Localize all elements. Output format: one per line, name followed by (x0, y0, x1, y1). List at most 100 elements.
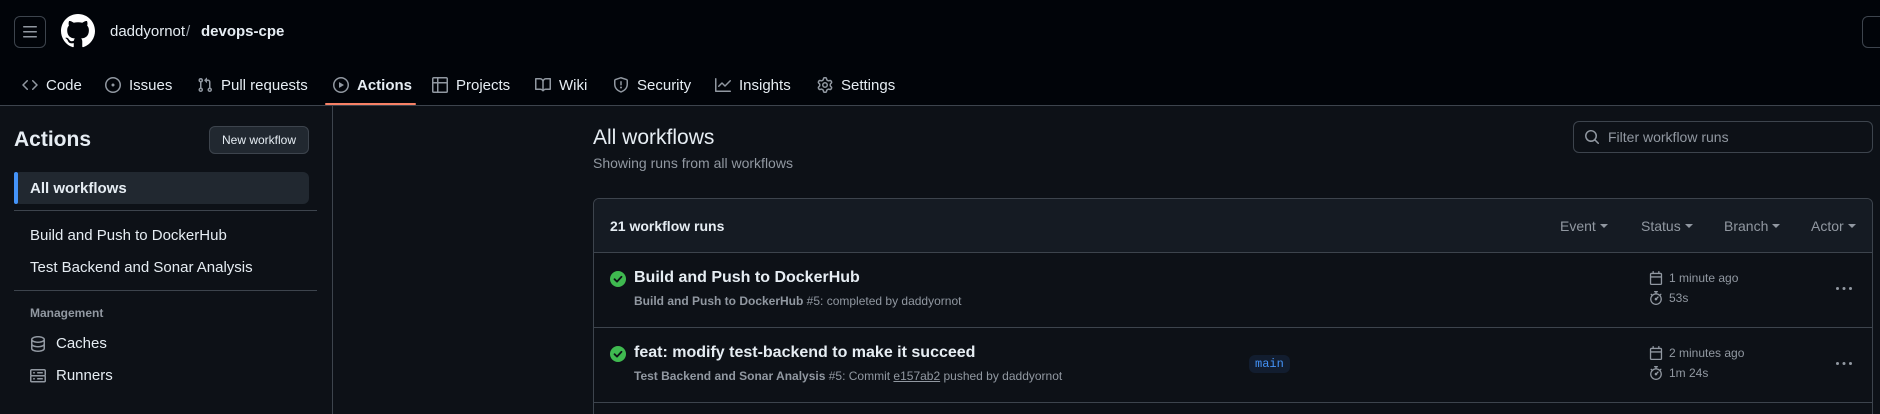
search-icon (1585, 130, 1600, 145)
tab-settings-label: Settings (841, 76, 896, 94)
pull-request-icon (198, 77, 213, 93)
tab-pull-requests[interactable]: Pull requests (197, 70, 308, 100)
breadcrumb-separator: / (186, 23, 191, 40)
repo-nav: Code Issues Pull requests Actions Projec… (0, 64, 1880, 106)
repo-name-link[interactable]: devops-cpe (201, 23, 284, 40)
run-title-link[interactable]: Build and Push to DockerHub (634, 269, 860, 287)
branch-filter-label: Branch (1724, 218, 1769, 234)
github-logo-icon[interactable] (61, 14, 95, 48)
event-filter-dropdown[interactable]: Event (1560, 218, 1608, 234)
shield-icon (614, 77, 628, 93)
search-button[interactable] (1862, 16, 1880, 48)
run-meta: Test Backend and Sonar Analysis #5: Comm… (634, 369, 1062, 383)
filter-runs-input[interactable] (1608, 129, 1858, 145)
run-title-link[interactable]: feat: modify test-backend to make it suc… (634, 344, 975, 362)
sidebar-item-caches[interactable]: Caches (30, 335, 107, 352)
run-workflow-name: Test Backend and Sonar Analysis (634, 369, 826, 383)
sidebar-item-workflow[interactable]: Test Backend and Sonar Analysis (30, 259, 253, 276)
top-header: daddyornot / devops-cpe (0, 0, 1880, 64)
sidebar-divider (14, 210, 317, 211)
tab-security-label: Security (637, 76, 692, 94)
tab-security[interactable]: Security (613, 70, 691, 100)
active-tab-indicator (325, 103, 416, 105)
hamburger-icon (23, 26, 37, 38)
sidebar-item-caches-label: Caches (56, 335, 107, 352)
actor-filter-label: Actor (1811, 218, 1844, 234)
run-duration: 53s (1649, 291, 1688, 305)
page-subtitle: Showing runs from all workflows (593, 155, 793, 171)
run-meta: Build and Push to DockerHub #5: complete… (634, 294, 961, 308)
sidebar-item-runners[interactable]: Runners (30, 367, 113, 384)
stopwatch-icon (1650, 291, 1662, 305)
workflow-runs-list: 21 workflow runs Event Status Branch Act… (593, 198, 1873, 414)
commit-sha-link[interactable]: e157ab2 (893, 369, 940, 383)
tab-wiki[interactable]: Wiki (535, 70, 587, 100)
page-title: All workflows (593, 126, 715, 149)
tab-code[interactable]: Code (22, 70, 82, 100)
book-icon (535, 77, 551, 92)
run-workflow-name: Build and Push to DockerHub (634, 294, 804, 308)
actions-sidebar: Actions New workflow All workflows Build… (0, 106, 333, 414)
sidebar-item-workflow[interactable]: Build and Push to DockerHub (30, 227, 227, 244)
tab-issues[interactable]: Issues (105, 70, 172, 100)
gear-icon (817, 77, 833, 93)
repo-owner-link[interactable]: daddyornot (110, 23, 185, 40)
tab-projects-label: Projects (456, 76, 511, 94)
kebab-horizontal-icon (1836, 287, 1852, 290)
caret-down-icon (1772, 224, 1781, 228)
server-icon (30, 368, 46, 382)
kebab-horizontal-icon (1836, 362, 1852, 365)
caret-down-icon (1847, 224, 1856, 228)
issue-icon (105, 77, 121, 93)
status-filter-label: Status (1641, 218, 1681, 234)
event-filter-label: Event (1560, 218, 1596, 234)
active-indicator (14, 172, 18, 204)
tab-code-label: Code (46, 76, 82, 94)
run-meta-text: #5: completed by daddyornot (803, 294, 962, 308)
tab-settings[interactable]: Settings (817, 70, 895, 100)
run-actions-button[interactable] (1832, 352, 1856, 376)
runs-count: 21 workflow runs (610, 218, 725, 234)
status-filter-dropdown[interactable]: Status (1641, 218, 1693, 234)
database-icon (31, 335, 45, 352)
calendar-icon (1649, 346, 1663, 360)
tab-projects[interactable]: Projects (432, 70, 510, 100)
menu-button[interactable] (14, 16, 46, 48)
run-duration-label: 53s (1669, 291, 1689, 305)
actor-filter-dropdown[interactable]: Actor (1811, 218, 1856, 234)
run-time-label: 2 minutes ago (1669, 346, 1745, 360)
branch-tag[interactable]: main (1249, 355, 1290, 373)
run-meta-prefix: #5: Commit (825, 369, 894, 383)
tab-insights-label: Insights (739, 76, 791, 94)
caret-down-icon (1599, 224, 1608, 228)
check-circle-icon (610, 346, 626, 362)
sidebar-item-all-workflows-label: All workflows (30, 180, 127, 197)
tab-actions-label: Actions (357, 76, 413, 94)
play-icon (333, 77, 349, 93)
caret-down-icon (1684, 224, 1693, 228)
sidebar-divider (14, 290, 317, 291)
run-duration-label: 1m 24s (1669, 366, 1709, 380)
run-actions-button[interactable] (1832, 277, 1856, 301)
tab-issues-label: Issues (129, 76, 173, 94)
run-meta-suffix: pushed by daddyornot (940, 369, 1063, 383)
run-timestamp: 1 minute ago (1649, 271, 1738, 285)
sidebar-item-runners-label: Runners (56, 367, 113, 384)
graph-icon (715, 78, 731, 92)
tab-actions[interactable]: Actions (333, 70, 412, 100)
run-timestamp: 2 minutes ago (1649, 346, 1744, 360)
sidebar-title: Actions (14, 128, 92, 151)
tab-wiki-label: Wiki (559, 76, 588, 94)
workflow-run-row[interactable]: Build and Push to DockerHub Build and Pu… (594, 253, 1872, 328)
check-circle-icon (610, 271, 626, 287)
new-workflow-button[interactable]: New workflow (209, 126, 309, 154)
table-icon (432, 77, 448, 93)
tab-pull-requests-label: Pull requests (221, 76, 308, 94)
sidebar-section-heading: Management (30, 306, 104, 320)
tab-insights[interactable]: Insights (715, 70, 791, 100)
filter-runs-field[interactable] (1573, 121, 1873, 153)
branch-filter-dropdown[interactable]: Branch (1724, 218, 1781, 234)
runs-list-header: 21 workflow runs Event Status Branch Act… (594, 199, 1872, 253)
workflow-run-row[interactable]: feat: modify test-backend to make it suc… (594, 328, 1872, 403)
run-duration: 1m 24s (1649, 366, 1708, 380)
